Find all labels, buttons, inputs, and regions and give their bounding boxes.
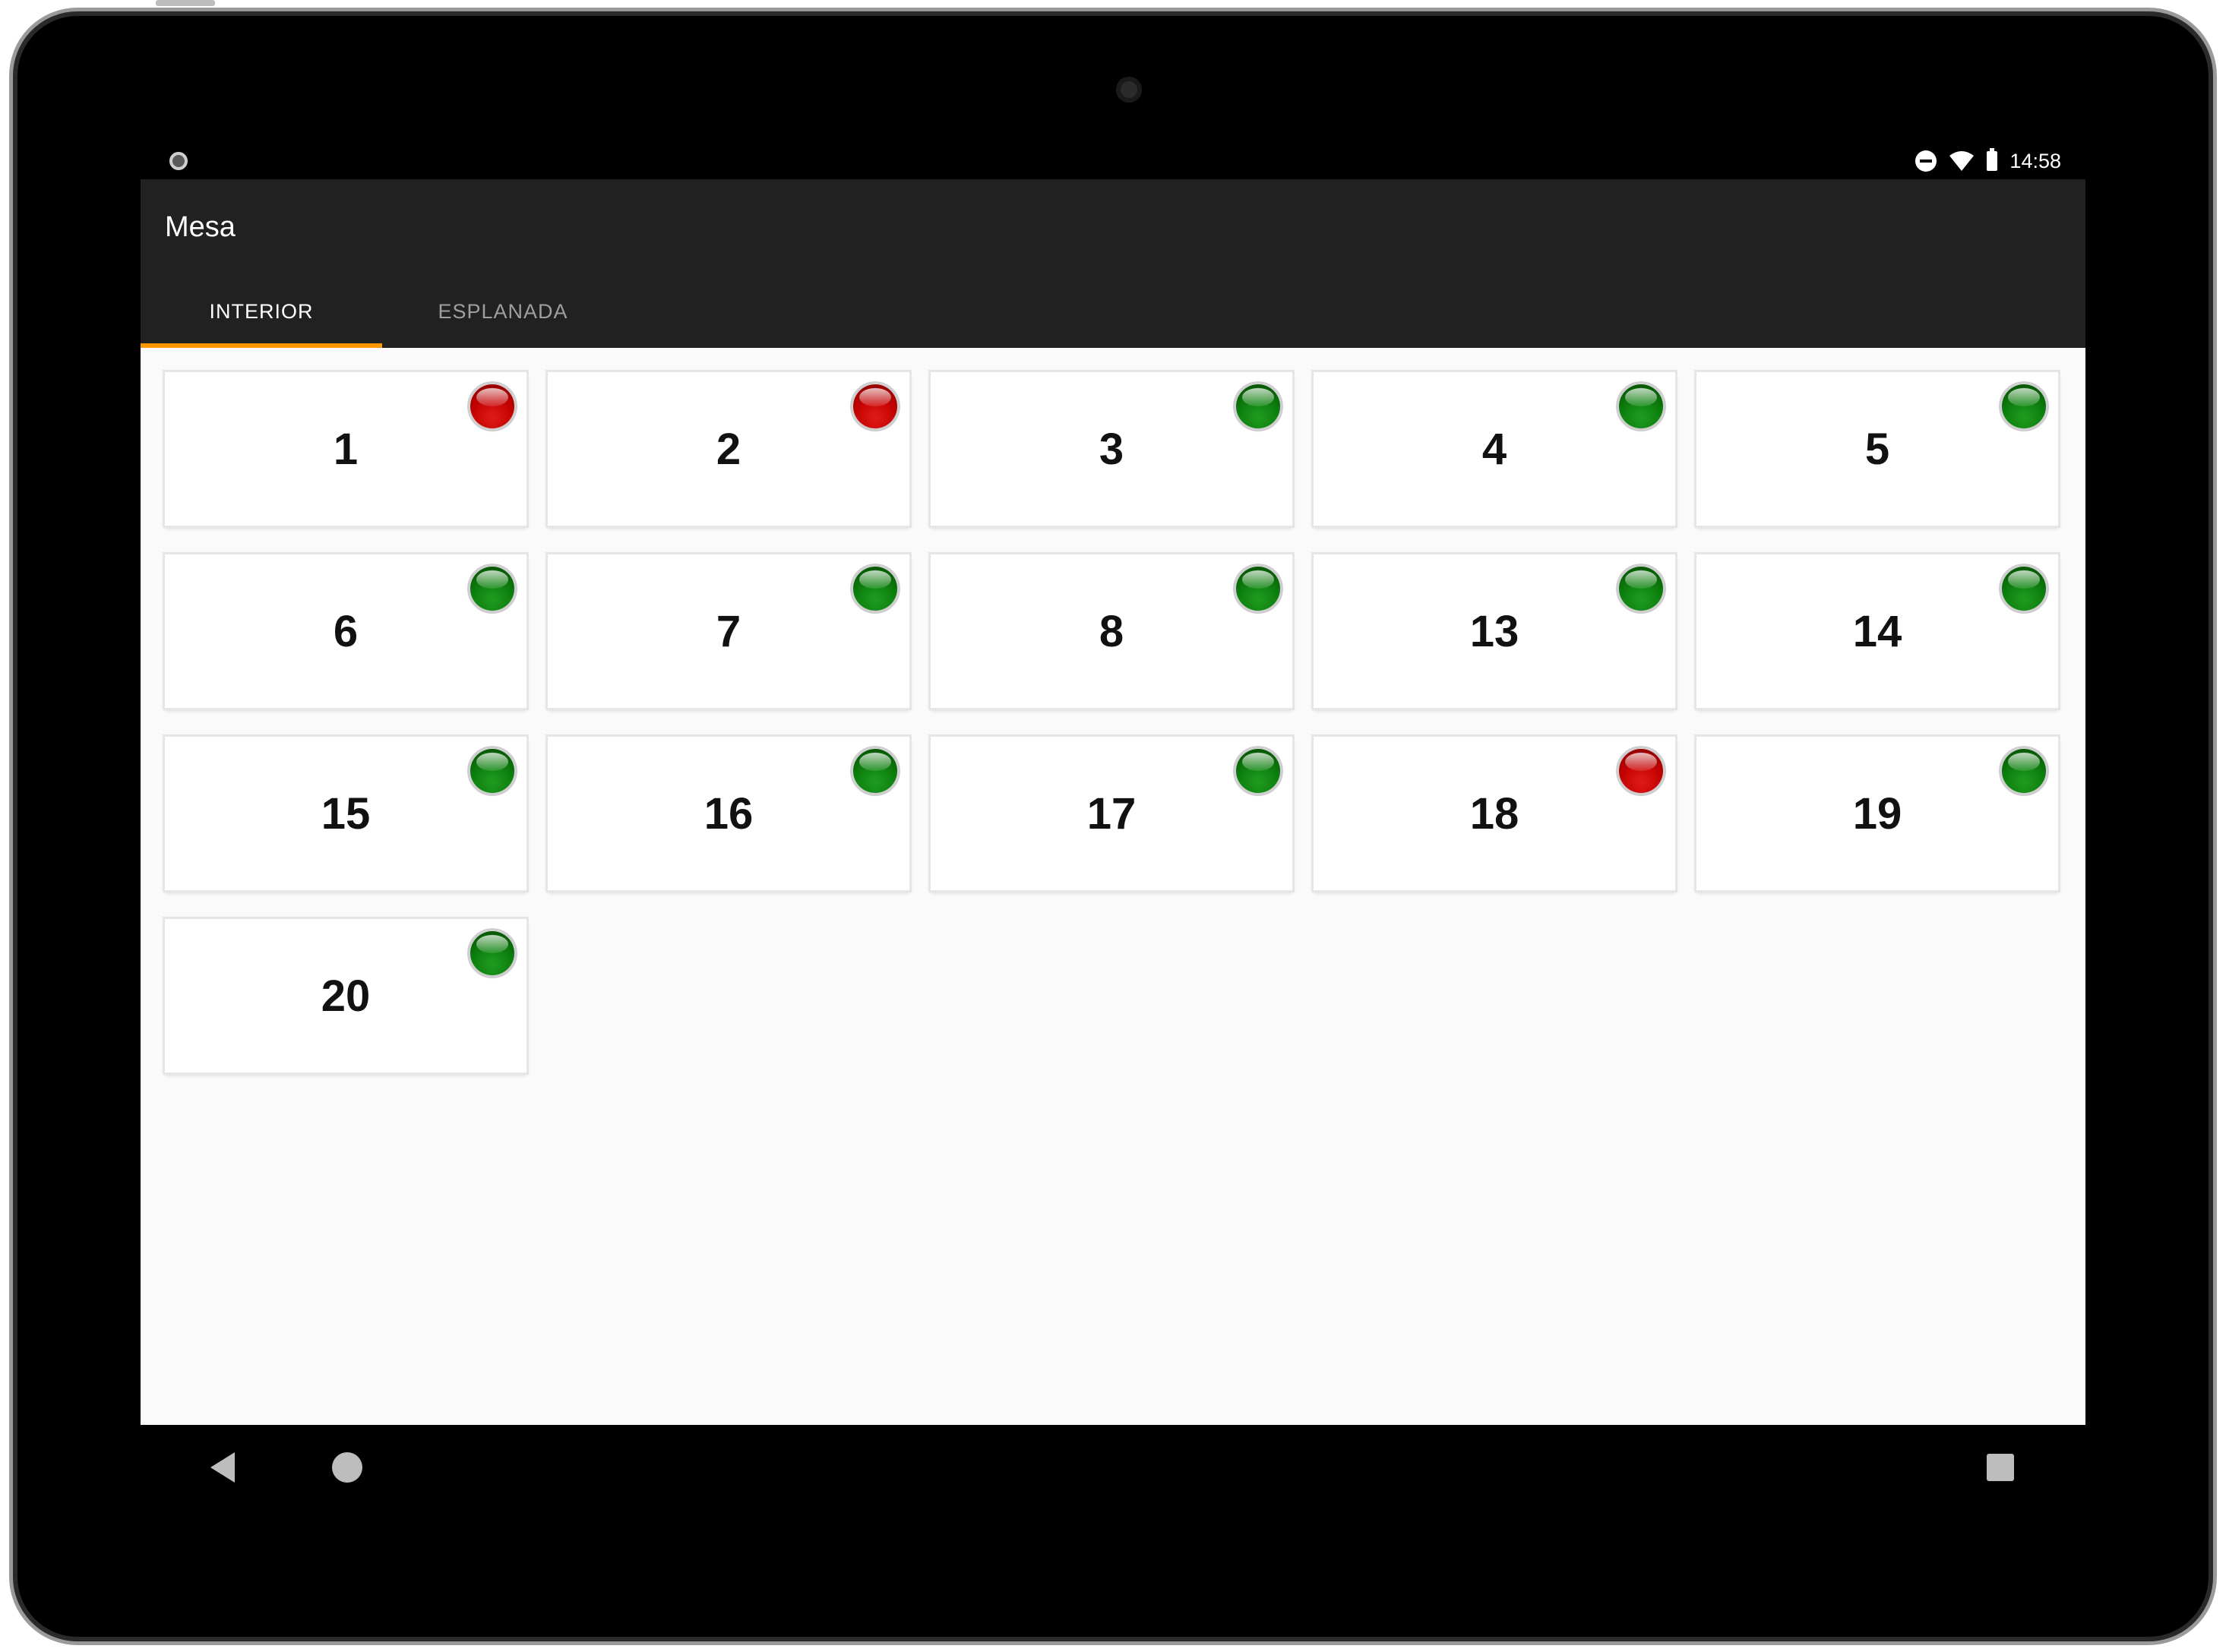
table-number: 7 — [716, 606, 741, 656]
table-number: 1 — [333, 424, 359, 474]
status-free-icon — [470, 567, 514, 611]
app-bar: Mesa INTERIOR ESPLANADA — [141, 179, 2085, 348]
tables-grid: 1 2 3 4 5 6 7 8 13 14 15 16 17 18 19 20 — [165, 372, 2058, 1072]
table-card[interactable]: 20 — [165, 919, 526, 1072]
table-card[interactable]: 17 — [931, 737, 1292, 890]
status-free-icon — [2002, 384, 2046, 428]
tab-interior[interactable]: INTERIOR — [141, 275, 382, 348]
screen: 14:58 Mesa INTERIOR ESPLANADA 1 2 3 4 5 6 7 8 13… — [141, 143, 2085, 1425]
table-card[interactable]: 4 — [1314, 372, 1675, 526]
table-card[interactable]: 18 — [1314, 737, 1675, 890]
status-free-icon — [1236, 384, 1280, 428]
tab-esplanada[interactable]: ESPLANADA — [382, 275, 624, 348]
table-number: 2 — [716, 424, 741, 474]
status-free-icon — [2002, 749, 2046, 793]
tab-bar: INTERIOR ESPLANADA — [141, 275, 624, 348]
table-number: 8 — [1099, 606, 1124, 656]
notification-dot-icon — [169, 152, 188, 170]
navigation-bar — [141, 1425, 2085, 1510]
tab-label: INTERIOR — [209, 299, 314, 323]
table-card[interactable]: 14 — [1696, 554, 2058, 708]
table-card[interactable]: 16 — [548, 737, 909, 890]
table-card[interactable]: 8 — [931, 554, 1292, 708]
table-number: 5 — [1864, 424, 1890, 474]
table-card[interactable]: 5 — [1696, 372, 2058, 526]
status-free-icon — [470, 931, 514, 975]
table-number: 18 — [1469, 788, 1519, 839]
table-card[interactable]: 6 — [165, 554, 526, 708]
status-icons: 14:58 — [1915, 148, 2061, 173]
status-free-icon — [853, 749, 897, 793]
status-free-icon — [1619, 384, 1663, 428]
app-title: Mesa — [165, 211, 236, 243]
tab-label: ESPLANADA — [438, 299, 568, 323]
wifi-icon — [1949, 151, 1975, 171]
table-number: 6 — [333, 606, 359, 656]
hardware-side-button — [156, 0, 215, 6]
table-number: 13 — [1469, 606, 1519, 656]
status-free-icon — [1236, 567, 1280, 611]
table-number: 16 — [704, 788, 754, 839]
status-free-icon — [1619, 567, 1663, 611]
status-occupied-icon — [470, 384, 514, 428]
table-number: 15 — [321, 788, 371, 839]
table-number: 14 — [1852, 606, 1902, 656]
front-camera — [1116, 77, 1142, 103]
table-number: 3 — [1099, 424, 1124, 474]
status-occupied-icon — [1619, 749, 1663, 793]
table-card[interactable]: 3 — [931, 372, 1292, 526]
table-number: 4 — [1481, 424, 1507, 474]
table-card[interactable]: 7 — [548, 554, 909, 708]
table-number: 20 — [321, 971, 371, 1021]
status-free-icon — [2002, 567, 2046, 611]
table-card[interactable]: 1 — [165, 372, 526, 526]
home-icon[interactable] — [332, 1452, 362, 1483]
table-card[interactable]: 13 — [1314, 554, 1675, 708]
battery-icon — [1987, 148, 1998, 171]
status-bar: 14:58 — [141, 143, 2085, 179]
back-icon[interactable] — [210, 1452, 235, 1483]
table-card[interactable]: 2 — [548, 372, 909, 526]
table-card[interactable]: 15 — [165, 737, 526, 890]
status-free-icon — [470, 749, 514, 793]
status-free-icon — [853, 567, 897, 611]
table-number: 19 — [1852, 788, 1902, 839]
dnd-icon — [1915, 150, 1937, 172]
status-free-icon — [1236, 749, 1280, 793]
status-time: 14:58 — [2009, 149, 2061, 172]
table-number: 17 — [1086, 788, 1137, 839]
recents-icon[interactable] — [1987, 1454, 2014, 1481]
table-card[interactable]: 19 — [1696, 737, 2058, 890]
status-occupied-icon — [853, 384, 897, 428]
